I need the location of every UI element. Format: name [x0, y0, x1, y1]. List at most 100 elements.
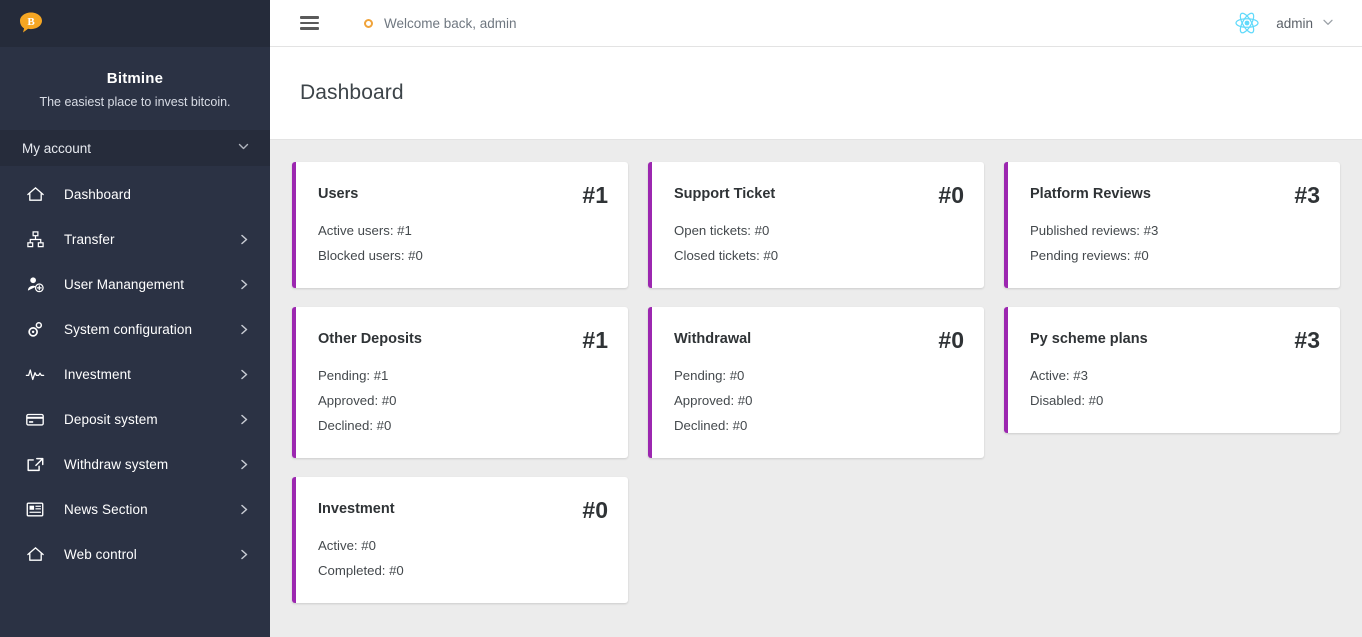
card-line: Closed tickets: #0 — [674, 248, 779, 263]
sidebar-item-news-section[interactable]: News Section — [0, 487, 270, 532]
card-line: Pending reviews: #0 — [1030, 248, 1149, 263]
card-count: #3 — [1294, 182, 1320, 208]
stat-card-grid: Users #1 Active users: #1 Blocked users:… — [292, 162, 1340, 603]
chevron-right-icon — [239, 548, 250, 561]
hamburger-bar — [300, 21, 319, 25]
chevron-down-icon — [1322, 16, 1334, 31]
card-title: Other Deposits — [318, 331, 422, 347]
home-icon — [20, 185, 50, 204]
stat-card-other-deposits[interactable]: Other Deposits #1 Pending: #1 Approved: … — [292, 307, 628, 458]
sidebar-item-label: User Manangement — [64, 277, 185, 292]
stat-card-py-scheme-plans[interactable]: Py scheme plans #3 Active: #3 Disabled: … — [1004, 307, 1340, 433]
card-line: Declined: #0 — [674, 418, 748, 433]
card-count: #1 — [582, 327, 608, 353]
credit-card-icon — [20, 410, 50, 429]
chevron-right-icon — [239, 368, 250, 381]
news-paper-icon — [20, 500, 50, 519]
topbar-right: admin — [1234, 10, 1334, 36]
stat-card-support-ticket[interactable]: Support Ticket #0 Open tickets: #0 Close… — [648, 162, 984, 288]
card-top: Other Deposits #1 — [318, 327, 608, 353]
welcome-message: Welcome back, admin — [364, 16, 517, 31]
sidebar-item-label: Investment — [64, 367, 132, 382]
card-title: Investment — [318, 501, 395, 517]
welcome-text: Welcome back, admin — [384, 15, 517, 31]
card-lines: Active users: #1 Blocked users: #0 — [318, 218, 608, 268]
sidebar-item-label: Deposit system — [64, 412, 158, 427]
chevron-right-icon — [239, 413, 250, 426]
gears-icon — [20, 320, 50, 339]
card-title: Users — [318, 186, 359, 202]
card-title: Withdrawal — [674, 331, 752, 347]
card-line: Open tickets: #0 — [674, 223, 770, 238]
card-line: Active users: #1 — [318, 223, 412, 238]
stat-card-withdrawal[interactable]: Withdrawal #0 Pending: #0 Approved: #0 D… — [648, 307, 984, 458]
user-plus-icon — [20, 275, 50, 294]
home-icon — [20, 545, 50, 564]
card-lines: Active: #3 Disabled: #0 — [1030, 363, 1320, 413]
card-title: Py scheme plans — [1030, 331, 1148, 347]
hamburger-bar — [300, 27, 319, 30]
user-menu[interactable]: admin — [1276, 16, 1334, 31]
card-title: Support Ticket — [674, 186, 776, 202]
sidebar-item-investment[interactable]: Investment — [0, 352, 270, 397]
sidebar-item-deposit-system[interactable]: Deposit system — [0, 397, 270, 442]
sidebar-item-user-management[interactable]: User Manangement — [0, 262, 270, 307]
brand-tagline: The easiest place to invest bitcoin. — [39, 95, 231, 109]
card-line: Active: #0 — [318, 538, 376, 553]
sidebar-item-label: System configuration — [64, 322, 193, 337]
brand-name: Bitmine — [106, 70, 164, 87]
brand-block: Bitmine The easiest place to invest bitc… — [0, 47, 270, 130]
page-header: Dashboard — [270, 47, 1362, 140]
chevron-right-icon — [239, 458, 250, 471]
sidebar-item-dashboard[interactable]: Dashboard — [0, 172, 270, 217]
card-count: #0 — [582, 497, 608, 523]
dashboard-content: Users #1 Active users: #1 Blocked users:… — [270, 140, 1362, 637]
stat-card-investment[interactable]: Investment #0 Active: #0 Completed: #0 — [292, 477, 628, 603]
sidebar-item-withdraw-system[interactable]: Withdraw system — [0, 442, 270, 487]
card-top: Withdrawal #0 — [674, 327, 964, 353]
card-title: Platform Reviews — [1030, 186, 1151, 202]
topbar: Welcome back, admin admin — [270, 0, 1362, 47]
sitemap-icon — [20, 230, 50, 249]
card-line: Approved: #0 — [674, 393, 753, 408]
card-top: Users #1 — [318, 182, 608, 208]
card-line: Completed: #0 — [318, 563, 404, 578]
hamburger-icon[interactable] — [300, 16, 319, 30]
card-lines: Active: #0 Completed: #0 — [318, 533, 608, 583]
orange-ring-icon — [364, 18, 373, 28]
user-name: admin — [1276, 15, 1313, 31]
sidebar-logo-bar: B — [0, 0, 270, 47]
card-lines: Open tickets: #0 Closed tickets: #0 — [674, 218, 964, 268]
stat-card-users[interactable]: Users #1 Active users: #1 Blocked users:… — [292, 162, 628, 288]
card-count: #0 — [938, 182, 964, 208]
card-count: #3 — [1294, 327, 1320, 353]
card-lines: Pending: #0 Approved: #0 Declined: #0 — [674, 363, 964, 438]
card-line: Blocked users: #0 — [318, 248, 423, 263]
chevron-down-icon — [237, 140, 250, 156]
card-line: Pending: #1 — [318, 368, 389, 383]
card-line: Disabled: #0 — [1030, 393, 1104, 408]
card-line: Published reviews: #3 — [1030, 223, 1159, 238]
stat-card-platform-reviews[interactable]: Platform Reviews #3 Published reviews: #… — [1004, 162, 1340, 288]
card-count: #0 — [938, 327, 964, 353]
sidebar-item-label: News Section — [64, 502, 148, 517]
sidebar-section-my-account[interactable]: My account — [0, 130, 270, 166]
sidebar-item-transfer[interactable]: Transfer — [0, 217, 270, 262]
card-count: #1 — [582, 182, 608, 208]
card-line: Approved: #0 — [318, 393, 397, 408]
card-line: Active: #3 — [1030, 368, 1088, 383]
card-line: Pending: #0 — [674, 368, 745, 383]
svg-text:B: B — [27, 16, 35, 28]
card-lines: Published reviews: #3 Pending reviews: #… — [1030, 218, 1320, 268]
sidebar-item-web-control[interactable]: Web control — [0, 532, 270, 577]
react-logo-icon[interactable] — [1234, 10, 1260, 36]
chevron-right-icon — [239, 323, 250, 336]
chevron-right-icon — [239, 233, 250, 246]
sidebar-item-system-configuration[interactable]: System configuration — [0, 307, 270, 352]
sidebar-item-label: Withdraw system — [64, 457, 169, 472]
pulse-icon — [20, 365, 50, 384]
sidebar-item-label: Web control — [64, 547, 137, 562]
app-root: B Bitmine The easiest place to invest bi… — [0, 0, 1362, 637]
chevron-right-icon — [239, 503, 250, 516]
bitcoin-chat-bubble-icon[interactable]: B — [18, 11, 44, 37]
